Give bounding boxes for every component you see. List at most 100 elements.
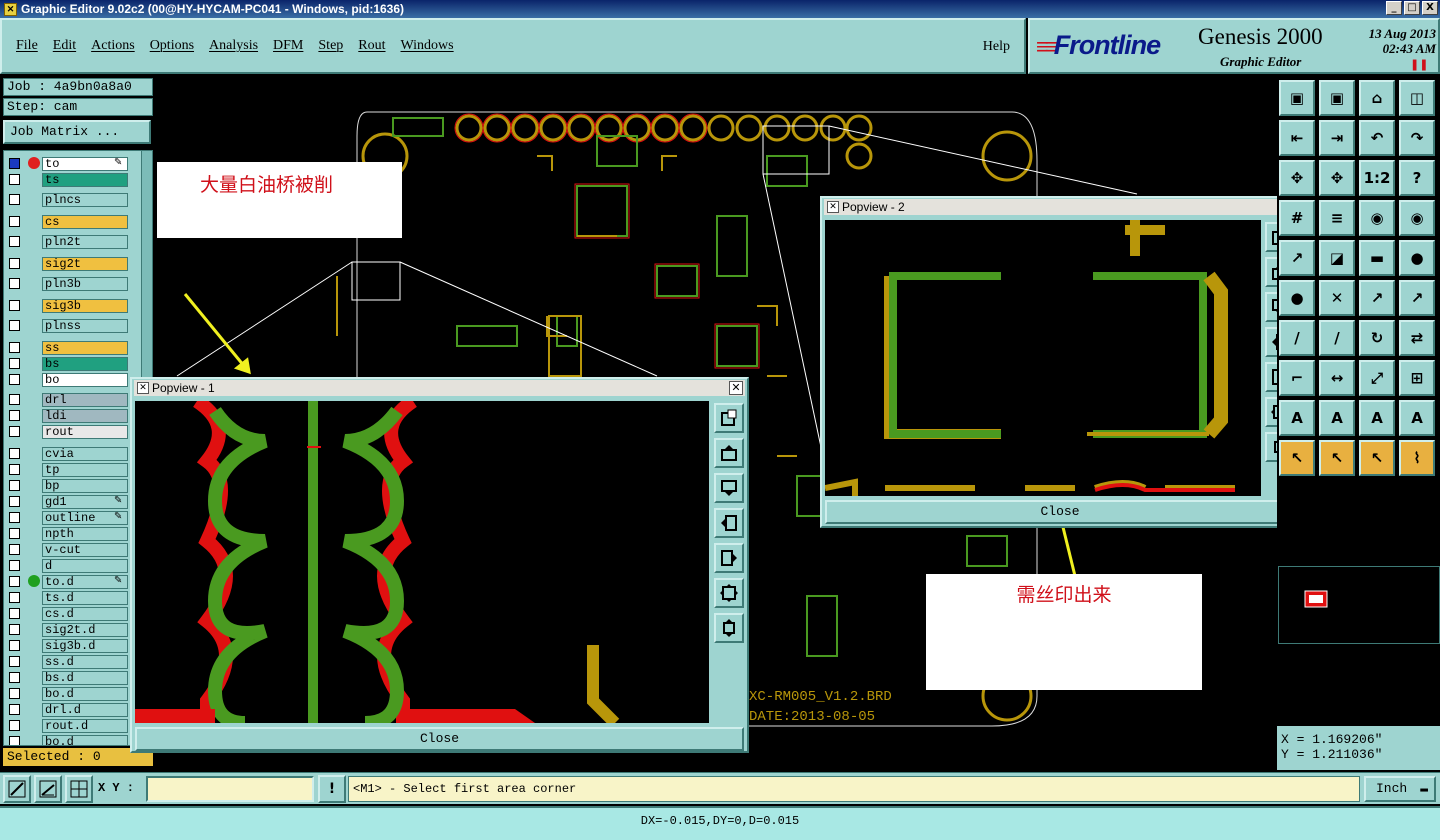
- layer-row[interactable]: bo.d: [6, 735, 140, 745]
- layer-row[interactable]: npth: [6, 527, 140, 541]
- layer-checkbox[interactable]: [9, 216, 20, 227]
- snap-icon[interactable]: [34, 775, 62, 803]
- layout-icon[interactable]: ◫: [1399, 80, 1435, 116]
- layer-checkbox[interactable]: [9, 320, 20, 331]
- layer-checkbox[interactable]: [9, 448, 20, 459]
- job-matrix-button[interactable]: Job Matrix ...: [3, 120, 151, 144]
- close-window-button[interactable]: X: [1422, 1, 1438, 15]
- overview-map[interactable]: [1278, 566, 1440, 644]
- layer-checkbox[interactable]: [9, 608, 20, 619]
- layer-row[interactable]: pln3b: [6, 277, 140, 291]
- copy-icon[interactable]: ↗: [1399, 280, 1435, 316]
- window-titlebar[interactable]: ✕ Graphic Editor 9.02c2 (00@HY-HYCAM-PC0…: [0, 0, 1440, 18]
- layer-name[interactable]: sig3b.d: [42, 639, 128, 653]
- layer-row[interactable]: bs: [6, 357, 140, 371]
- layer-name[interactable]: ts: [42, 173, 128, 187]
- layer-name[interactable]: ss.d: [42, 655, 128, 669]
- minimize-button[interactable]: _: [1386, 1, 1402, 15]
- layer-name[interactable]: tp: [42, 463, 128, 477]
- pointer-icon[interactable]: ↖: [1359, 440, 1395, 476]
- layer-checkbox[interactable]: [9, 656, 20, 667]
- line-icon[interactable]: /: [1279, 320, 1315, 356]
- surface-icon[interactable]: A: [1319, 400, 1355, 436]
- ruler-icon[interactable]: ▬: [1359, 240, 1395, 276]
- popview-1[interactable]: ✕ Popview - 1 ✕ Close: [130, 377, 749, 753]
- layer-checkbox[interactable]: [9, 512, 20, 523]
- layer-row[interactable]: sig3b: [6, 299, 140, 313]
- layer-checkbox[interactable]: [9, 410, 20, 421]
- cross-icon[interactable]: ✕: [1319, 280, 1355, 316]
- pan-right-icon[interactable]: [714, 543, 744, 573]
- layer-checkbox[interactable]: [9, 278, 20, 289]
- layer-row[interactable]: bo: [6, 373, 140, 387]
- zoom-fit-icon[interactable]: [714, 578, 744, 608]
- xy-input[interactable]: [146, 776, 314, 802]
- menu-step[interactable]: Step: [318, 38, 343, 54]
- polygon-icon[interactable]: A: [1279, 400, 1315, 436]
- select-icon[interactable]: ●: [1279, 280, 1315, 316]
- flip-icon[interactable]: ⇄: [1399, 320, 1435, 356]
- grid-icon[interactable]: [65, 775, 93, 803]
- info-icon[interactable]: !: [318, 775, 346, 803]
- layer-display-dot[interactable]: [28, 157, 40, 169]
- layer-name[interactable]: rout.d: [42, 719, 128, 733]
- pan-left-icon[interactable]: [714, 508, 744, 538]
- layer-checkbox[interactable]: [9, 480, 20, 491]
- layer-checkbox[interactable]: [9, 560, 20, 571]
- pan-icon[interactable]: ✥: [1319, 160, 1355, 196]
- grid-display-icon[interactable]: #: [1279, 200, 1315, 236]
- measure-icon[interactable]: [3, 775, 31, 803]
- layer-checkbox[interactable]: [9, 374, 20, 385]
- cursor-icon[interactable]: ↖: [1279, 440, 1315, 476]
- layer-row[interactable]: bp: [6, 479, 140, 493]
- route-icon[interactable]: ⌇: [1399, 440, 1435, 476]
- layer-checkbox[interactable]: [9, 704, 20, 715]
- layer-checkbox[interactable]: [9, 720, 20, 731]
- layer-name[interactable]: bo: [42, 373, 128, 387]
- layer-name[interactable]: ts.d: [42, 591, 128, 605]
- popview-1-close-icon[interactable]: ✕: [729, 381, 743, 395]
- layer-row[interactable]: rout: [6, 425, 140, 439]
- layer-checkbox[interactable]: [9, 174, 20, 185]
- layer-row[interactable]: ss: [6, 341, 140, 355]
- layer-row[interactable]: bo.d: [6, 687, 140, 701]
- layer-display-dot[interactable]: [28, 575, 40, 587]
- layer-checkbox[interactable]: [9, 624, 20, 635]
- layer-row[interactable]: sig3b.d: [6, 639, 140, 653]
- arc-icon[interactable]: A: [1359, 400, 1395, 436]
- layer-row[interactable]: outline ✎: [6, 511, 140, 525]
- popview-1-titlebar[interactable]: ✕ Popview - 1 ✕: [134, 380, 745, 396]
- popview-1-close-button[interactable]: Close: [135, 727, 744, 751]
- maximize-button[interactable]: □: [1404, 1, 1420, 15]
- layer-name[interactable]: pln3b: [42, 277, 128, 291]
- layer-checkbox[interactable]: [9, 576, 20, 587]
- layer-row[interactable]: ts.d: [6, 591, 140, 605]
- import-icon[interactable]: ⇤: [1279, 120, 1315, 156]
- popview-2-close-button[interactable]: Close: [825, 500, 1295, 524]
- layer-row[interactable]: v-cut: [6, 543, 140, 557]
- color-icon[interactable]: ◉: [1359, 200, 1395, 236]
- layer-name[interactable]: bo.d: [42, 687, 128, 701]
- layer-checkbox[interactable]: [9, 258, 20, 269]
- dimension-icon[interactable]: ↔: [1319, 360, 1355, 396]
- layer-checkbox[interactable]: [9, 640, 20, 651]
- layer-row[interactable]: to.d ✎: [6, 575, 140, 589]
- layer-name[interactable]: sig2t.d: [42, 623, 128, 637]
- layer-row[interactable]: ldi: [6, 409, 140, 423]
- layer-row[interactable]: plnss: [6, 319, 140, 333]
- menu-analysis[interactable]: Analysis: [209, 38, 258, 54]
- layer-name[interactable]: npth: [42, 527, 128, 541]
- text-icon[interactable]: A: [1399, 400, 1435, 436]
- layer-row[interactable]: drl: [6, 393, 140, 407]
- menu-options[interactable]: Options: [150, 38, 194, 54]
- layer-name[interactable]: sig3b: [42, 299, 128, 313]
- fill-icon[interactable]: ◉: [1399, 200, 1435, 236]
- layer-name[interactable]: cs: [42, 215, 128, 229]
- fit-icon[interactable]: ✥: [1279, 160, 1315, 196]
- zoom-out-icon[interactable]: [714, 613, 744, 643]
- layer-checkbox[interactable]: [9, 394, 20, 405]
- layer-row[interactable]: cs: [6, 215, 140, 229]
- layer-checkbox[interactable]: [9, 672, 20, 683]
- popview-1-view[interactable]: [135, 401, 709, 723]
- menu-actions[interactable]: Actions: [91, 38, 135, 54]
